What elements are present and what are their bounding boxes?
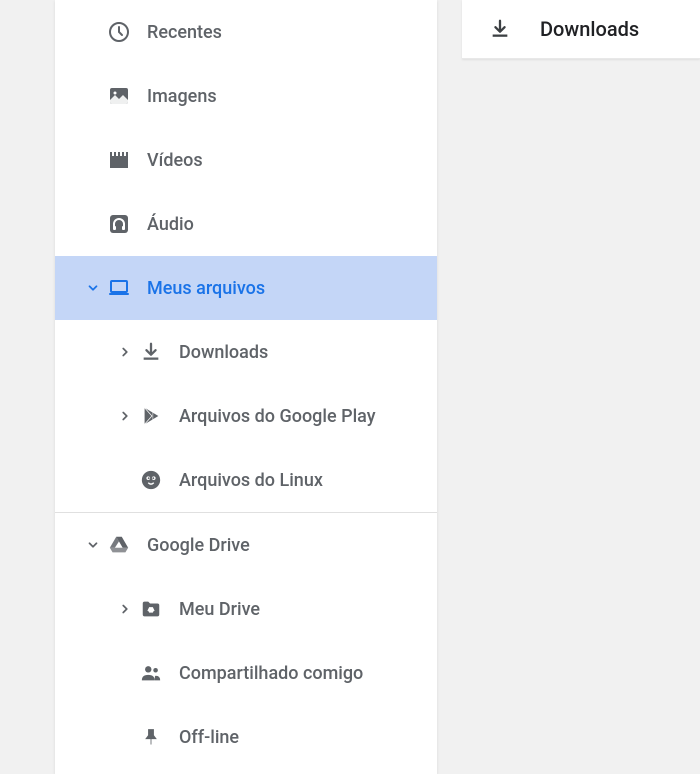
sidebar-item-label: Arquivos do Linux xyxy=(179,470,323,491)
sidebar-item-label: Off-line xyxy=(179,727,239,748)
sidebar-item-linux-files[interactable]: Arquivos do Linux xyxy=(55,448,437,512)
drive-icon xyxy=(107,533,131,557)
sidebar-item-label: Compartilhado comigo xyxy=(179,663,363,684)
main-header: Downloads xyxy=(462,0,700,59)
people-icon xyxy=(139,661,163,685)
clock-icon xyxy=(107,20,131,44)
sidebar-item-images[interactable]: Imagens xyxy=(55,64,437,128)
sidebar-item-label: Áudio xyxy=(147,214,194,235)
play-icon xyxy=(139,404,163,428)
sidebar-item-label: Recentes xyxy=(147,22,222,43)
sidebar-item-label: Vídeos xyxy=(147,150,203,171)
chevron-down-icon[interactable] xyxy=(83,278,103,298)
sidebar-item-google-drive[interactable]: Google Drive xyxy=(55,513,437,577)
folder-drive-icon xyxy=(139,597,163,621)
sidebar-item-audio[interactable]: Áudio xyxy=(55,192,437,256)
sidebar-item-play-files[interactable]: Arquivos do Google Play xyxy=(55,384,437,448)
linux-icon xyxy=(139,468,163,492)
image-icon xyxy=(107,84,131,108)
chevron-down-icon[interactable] xyxy=(83,535,103,555)
sidebar-item-label: Google Drive xyxy=(147,535,250,556)
sidebar-item-my-drive[interactable]: Meu Drive xyxy=(55,577,437,641)
page-title: Downloads xyxy=(540,17,639,41)
download-icon xyxy=(139,340,163,364)
pin-icon xyxy=(139,725,163,749)
sidebar-item-my-files[interactable]: Meus arquivos xyxy=(55,256,437,320)
download-icon xyxy=(488,17,512,41)
sidebar-item-label: Downloads xyxy=(179,342,268,363)
sidebar-item-label: Imagens xyxy=(147,86,217,107)
chevron-right-icon[interactable] xyxy=(115,599,135,619)
chevron-right-icon[interactable] xyxy=(115,342,135,362)
sidebar-item-shared-with-me[interactable]: Compartilhado comigo xyxy=(55,641,437,705)
sidebar-item-offline[interactable]: Off-line xyxy=(55,705,437,769)
sidebar-item-label: Arquivos do Google Play xyxy=(179,406,376,427)
sidebar-item-videos[interactable]: Vídeos xyxy=(55,128,437,192)
sidebar-item-downloads[interactable]: Downloads xyxy=(55,320,437,384)
sidebar: Recentes Imagens Vídeos xyxy=(55,0,437,774)
sidebar-item-label: Meu Drive xyxy=(179,599,260,620)
sidebar-item-label: Meus arquivos xyxy=(147,278,265,299)
laptop-icon xyxy=(107,276,131,300)
chevron-right-icon[interactable] xyxy=(115,406,135,426)
headphones-icon xyxy=(107,212,131,236)
sidebar-item-recents[interactable]: Recentes xyxy=(55,0,437,64)
video-icon xyxy=(107,148,131,172)
